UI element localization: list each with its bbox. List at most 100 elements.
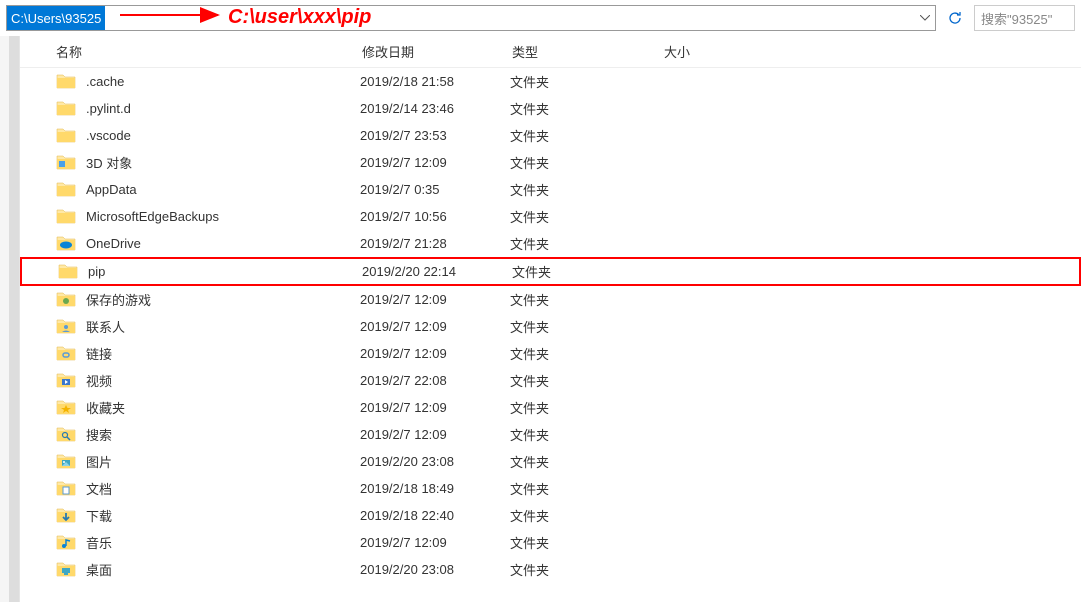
file-name: 桌面	[86, 560, 350, 579]
file-date: 2019/2/7 12:09	[350, 346, 500, 361]
file-row[interactable]: 视频2019/2/7 22:08文件夹	[20, 367, 1081, 394]
refresh-button[interactable]	[942, 5, 968, 31]
file-date: 2019/2/7 12:09	[350, 400, 500, 415]
file-type: 文件夹	[500, 398, 652, 417]
file-name: MicrosoftEdgeBackups	[86, 209, 350, 224]
folder-icon	[56, 207, 76, 227]
file-row[interactable]: 联系人2019/2/7 12:09文件夹	[20, 313, 1081, 340]
folder-icon	[56, 153, 76, 173]
file-row[interactable]: OneDrive2019/2/7 21:28文件夹	[20, 230, 1081, 257]
file-name: OneDrive	[86, 236, 350, 251]
folder-icon	[56, 398, 76, 418]
file-date: 2019/2/7 23:53	[350, 128, 500, 143]
file-name: AppData	[86, 182, 350, 197]
file-name: 视频	[86, 371, 350, 390]
folder-icon	[56, 344, 76, 364]
column-date[interactable]: 修改日期	[352, 42, 502, 61]
folder-icon	[56, 72, 76, 92]
file-name: .pylint.d	[86, 101, 350, 116]
file-date: 2019/2/7 12:09	[350, 535, 500, 550]
file-type: 文件夹	[500, 560, 652, 579]
file-date: 2019/2/7 22:08	[350, 373, 500, 388]
file-name: .cache	[86, 74, 350, 89]
folder-icon	[56, 234, 76, 254]
folder-icon	[56, 290, 76, 310]
file-date: 2019/2/14 23:46	[350, 101, 500, 116]
file-type: 文件夹	[500, 506, 652, 525]
file-name: 收藏夹	[86, 398, 350, 417]
file-type: 文件夹	[500, 207, 652, 226]
search-input[interactable]: 搜索"93525"	[974, 5, 1075, 31]
file-type: 文件夹	[500, 180, 652, 199]
file-row[interactable]: AppData2019/2/7 0:35文件夹	[20, 176, 1081, 203]
folder-icon	[56, 425, 76, 445]
folder-icon	[56, 479, 76, 499]
file-row[interactable]: 图片2019/2/20 23:08文件夹	[20, 448, 1081, 475]
file-type: 文件夹	[500, 290, 652, 309]
address-dropdown-icon[interactable]	[915, 6, 935, 30]
file-row[interactable]: 音乐2019/2/7 12:09文件夹	[20, 529, 1081, 556]
file-row[interactable]: 桌面2019/2/20 23:08文件夹	[20, 556, 1081, 583]
column-name[interactable]: 名称	[20, 42, 352, 61]
file-type: 文件夹	[500, 425, 652, 444]
folder-icon	[56, 452, 76, 472]
column-headers: 名称 修改日期 类型 大小	[20, 36, 1081, 68]
file-name: 3D 对象	[86, 153, 350, 172]
file-row[interactable]: MicrosoftEdgeBackups2019/2/7 10:56文件夹	[20, 203, 1081, 230]
file-date: 2019/2/20 23:08	[350, 454, 500, 469]
folder-icon	[56, 560, 76, 580]
file-row[interactable]: .vscode2019/2/7 23:53文件夹	[20, 122, 1081, 149]
file-name: 下载	[86, 506, 350, 525]
file-name: 搜索	[86, 425, 350, 444]
file-row[interactable]: 收藏夹2019/2/7 12:09文件夹	[20, 394, 1081, 421]
folder-icon	[56, 180, 76, 200]
file-date: 2019/2/7 0:35	[350, 182, 500, 197]
file-date: 2019/2/7 10:56	[350, 209, 500, 224]
file-row[interactable]: 3D 对象2019/2/7 12:09文件夹	[20, 149, 1081, 176]
file-row[interactable]: 保存的游戏2019/2/7 12:09文件夹	[20, 286, 1081, 313]
file-type: 文件夹	[502, 262, 654, 281]
folder-icon	[56, 506, 76, 526]
file-row[interactable]: pip2019/2/20 22:14文件夹	[20, 257, 1081, 286]
folder-icon	[56, 533, 76, 553]
file-name: 保存的游戏	[86, 290, 350, 309]
file-type: 文件夹	[500, 234, 652, 253]
file-date: 2019/2/18 21:58	[350, 74, 500, 89]
file-row[interactable]: 链接2019/2/7 12:09文件夹	[20, 340, 1081, 367]
file-type: 文件夹	[500, 533, 652, 552]
folder-icon	[56, 126, 76, 146]
file-type: 文件夹	[500, 452, 652, 471]
file-type: 文件夹	[500, 371, 652, 390]
column-type[interactable]: 类型	[502, 42, 654, 61]
file-date: 2019/2/18 18:49	[350, 481, 500, 496]
file-name: 联系人	[86, 317, 350, 336]
file-date: 2019/2/20 22:14	[352, 264, 502, 279]
file-date: 2019/2/7 21:28	[350, 236, 500, 251]
navigation-pane-edge	[0, 36, 20, 602]
address-bar[interactable]: C:\Users\93525	[6, 5, 936, 31]
folder-icon	[56, 99, 76, 119]
file-type: 文件夹	[500, 153, 652, 172]
file-date: 2019/2/18 22:40	[350, 508, 500, 523]
address-path[interactable]: C:\Users\93525	[7, 6, 105, 30]
file-name: pip	[88, 264, 352, 279]
file-type: 文件夹	[500, 479, 652, 498]
folder-icon	[56, 317, 76, 337]
file-type: 文件夹	[500, 126, 652, 145]
file-type: 文件夹	[500, 317, 652, 336]
file-row[interactable]: 文档2019/2/18 18:49文件夹	[20, 475, 1081, 502]
file-row[interactable]: .cache2019/2/18 21:58文件夹	[20, 68, 1081, 95]
file-date: 2019/2/7 12:09	[350, 427, 500, 442]
file-list: .cache2019/2/18 21:58文件夹.pylint.d2019/2/…	[20, 68, 1081, 583]
file-name: 图片	[86, 452, 350, 471]
file-row[interactable]: 下载2019/2/18 22:40文件夹	[20, 502, 1081, 529]
file-type: 文件夹	[500, 99, 652, 118]
file-date: 2019/2/7 12:09	[350, 155, 500, 170]
file-type: 文件夹	[500, 72, 652, 91]
file-row[interactable]: 搜索2019/2/7 12:09文件夹	[20, 421, 1081, 448]
file-date: 2019/2/20 23:08	[350, 562, 500, 577]
column-size[interactable]: 大小	[654, 42, 774, 61]
file-name: 音乐	[86, 533, 350, 552]
file-row[interactable]: .pylint.d2019/2/14 23:46文件夹	[20, 95, 1081, 122]
file-date: 2019/2/7 12:09	[350, 292, 500, 307]
